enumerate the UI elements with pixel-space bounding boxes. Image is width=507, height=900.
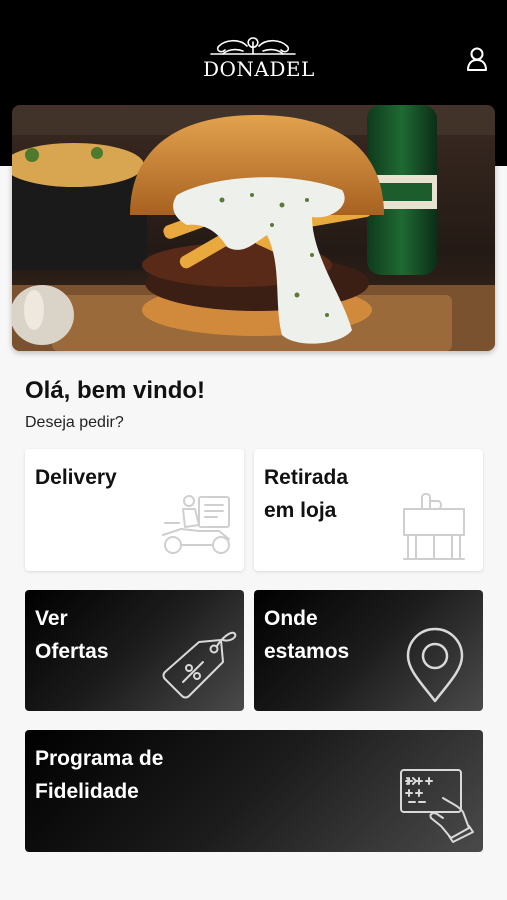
offers-label: Ver Ofertas	[35, 607, 109, 663]
location-option[interactable]: Onde estamos	[254, 590, 483, 711]
store-pickup-icon	[403, 493, 465, 560]
loyalty-card-icon	[400, 769, 474, 843]
location-pin-icon	[406, 627, 464, 703]
location-label: Onde estamos	[264, 607, 350, 663]
delivery-scooter-icon	[162, 495, 230, 554]
loyalty-option[interactable]: Programa de Fidelidade	[25, 730, 483, 852]
loyalty-label: Programa de Fidelidade	[35, 747, 164, 803]
discount-tag-icon	[162, 631, 237, 699]
brand-name: DONADEL	[203, 57, 315, 81]
pickup-option[interactable]: Retirada em loja	[254, 449, 483, 571]
user-icon	[467, 47, 487, 71]
delivery-label: Delivery	[35, 466, 117, 489]
account-button[interactable]	[462, 44, 492, 74]
welcome-title: Olá, bem vindo!	[25, 377, 206, 404]
delivery-option[interactable]: Delivery	[25, 449, 244, 571]
welcome-subtitle: Deseja pedir?	[25, 414, 124, 431]
hero-banner	[12, 105, 495, 351]
pickup-label: Retirada em loja	[264, 466, 349, 522]
offers-option[interactable]: Ver Ofertas	[25, 590, 244, 711]
burger-photo	[12, 105, 495, 351]
brand-logo[interactable]: DONADEL	[203, 34, 315, 90]
ornament-crest-icon	[210, 37, 296, 55]
